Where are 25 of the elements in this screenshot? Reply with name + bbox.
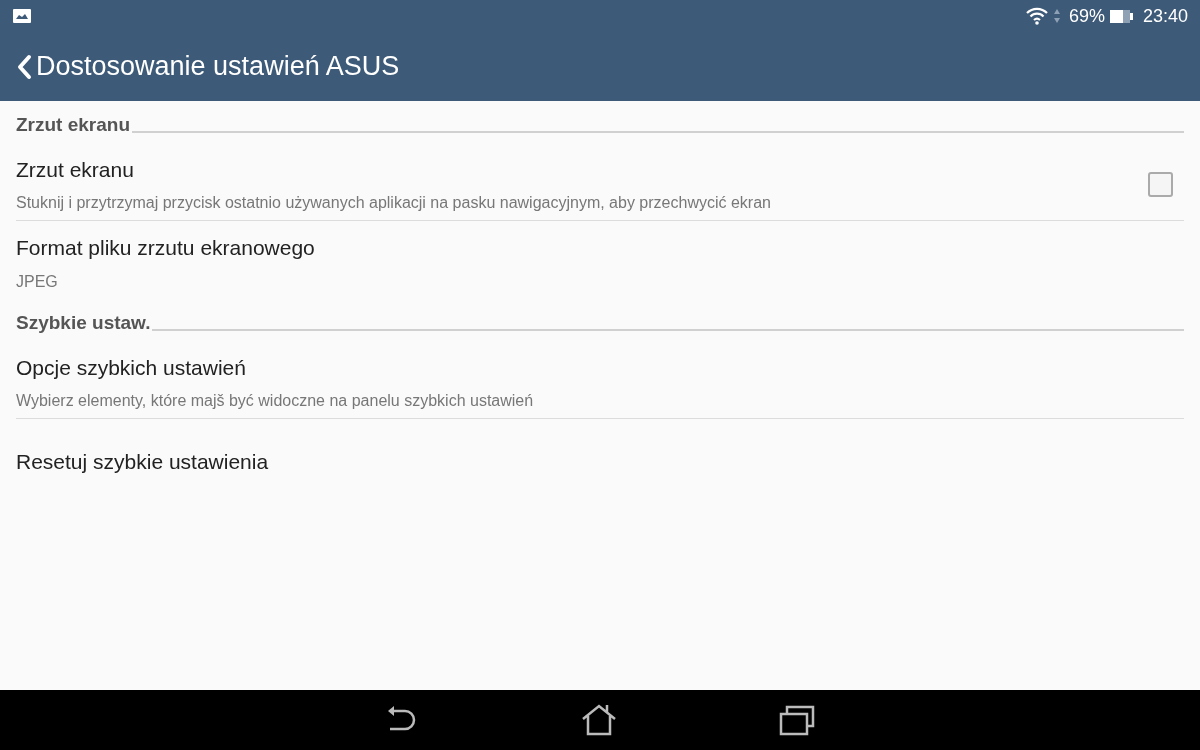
clock: 23:40 bbox=[1142, 4, 1188, 28]
checkbox[interactable] bbox=[1148, 172, 1173, 197]
item-summary: Wybierz elementy, które majš być widoczne na panelu szybkich ustawień bbox=[16, 391, 535, 412]
battery-icon bbox=[1108, 8, 1135, 24]
back-button[interactable] bbox=[16, 53, 32, 80]
back-chevron-icon bbox=[16, 53, 32, 80]
settings-item[interactable]: Zrzut ekranu Stuknij i przytrzymaj przycisk ostatnio używanych aplikacji na pasku nawigacyjnym, aby przechwycić ekran bbox=[16, 143, 1184, 221]
screen-title: Dostosowanie ustawień ASUS bbox=[36, 50, 400, 84]
settings-item[interactable]: Opcje szybkich ustawień Wybierz elementy, które majš być widoczne na panelu szybkich ustawień bbox=[16, 341, 1184, 419]
data-arrows-icon bbox=[1052, 8, 1061, 24]
settings-item[interactable]: Resetuj szybkie ustawienia bbox=[16, 419, 1184, 505]
item-summary: JPEG bbox=[16, 271, 59, 292]
item-summary: Stuknij i przytrzymaj przycisk ostatnio używanych aplikacji na pasku nawigacyjnym, aby przechwycić ekran bbox=[16, 193, 772, 214]
item-title: Opcje szybkich ustawień bbox=[16, 354, 247, 381]
picture-notification-icon bbox=[12, 8, 32, 24]
item-title: Zrzut ekranu bbox=[16, 156, 135, 183]
item-title: Format pliku zrzutu ekranowego bbox=[16, 235, 316, 262]
battery-percentage: 69% bbox=[1068, 4, 1105, 28]
item-title: Resetuj szybkie ustawienia bbox=[16, 449, 270, 476]
settings-item[interactable]: Format pliku zrzutu ekranowego JPEG bbox=[16, 221, 1184, 299]
recent-apps-icon[interactable] bbox=[778, 703, 816, 737]
wifi-icon bbox=[1024, 6, 1049, 26]
home-icon[interactable] bbox=[580, 703, 618, 737]
section-header: Szybkie ustaw. bbox=[16, 310, 151, 335]
section-header: Zrzut ekranu bbox=[16, 112, 131, 137]
